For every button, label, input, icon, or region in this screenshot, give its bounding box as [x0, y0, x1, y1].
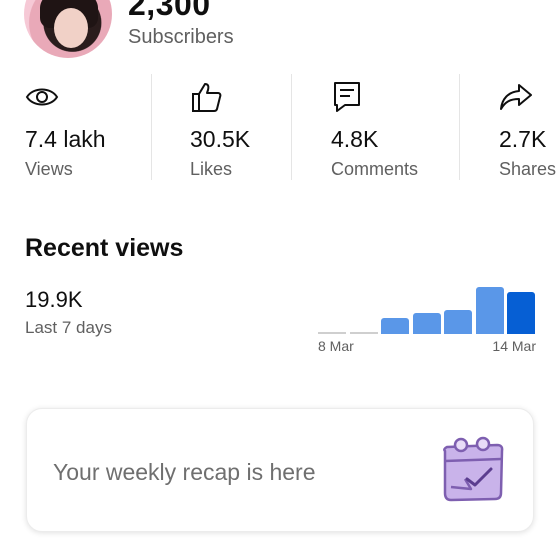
- chart-tick-label: 14 Mar: [492, 338, 536, 354]
- stat-label: Views: [25, 159, 73, 179]
- recent-views-period: Last 7 days: [25, 318, 112, 337]
- stat-value: 30.5K: [190, 126, 251, 152]
- weekly-recap-card[interactable]: Your weekly recap is here: [26, 408, 534, 532]
- chart-tick-label: 8 Mar: [318, 338, 354, 354]
- stat-value: 7.4 lakh: [25, 126, 106, 152]
- chart-bar: [444, 310, 472, 334]
- stats-row: 7.4 lakh Views 30.5K Likes 4.8K Comments…: [0, 74, 560, 182]
- stat-likes[interactable]: 30.5K Likes: [190, 74, 300, 182]
- stat-views[interactable]: 7.4 lakh Views: [25, 74, 145, 182]
- chart-bar: [507, 292, 535, 334]
- stat-value: 4.8K: [331, 126, 379, 152]
- channel-avatar[interactable]: [24, 0, 112, 58]
- calendar-check-icon: [443, 436, 504, 502]
- chart-bar: [318, 332, 346, 334]
- comment-icon: [334, 82, 360, 112]
- channel-header: 2,300 Subscribers: [0, 0, 560, 60]
- chart-bar: [381, 318, 409, 334]
- stat-divider: [459, 74, 460, 180]
- chart-bar: [475, 287, 504, 334]
- stat-label: Likes: [190, 159, 233, 179]
- thumbs-up-icon: [192, 83, 222, 112]
- stat-label: Comments: [331, 159, 419, 179]
- recent-views-chart[interactable]: 8 Mar 14 Mar: [310, 280, 540, 360]
- stat-comments[interactable]: 4.8K Comments: [331, 74, 451, 182]
- eye-icon: [25, 88, 59, 106]
- subscriber-label: Subscribers: [128, 26, 234, 48]
- subscriber-count: 2,300: [128, 0, 211, 22]
- share-icon: [500, 84, 532, 110]
- stat-label: Shares: [499, 159, 557, 179]
- stat-value: 2.7K: [499, 126, 547, 152]
- recent-views-value: 19.9K: [25, 287, 83, 312]
- recent-views-title: Recent views: [25, 234, 184, 262]
- stat-shares[interactable]: 2.7K Shares: [499, 74, 560, 182]
- stat-divider: [291, 74, 292, 180]
- weekly-recap-text: Your weekly recap is here: [53, 459, 316, 485]
- chart-bar: [412, 313, 441, 334]
- avatar-face: [54, 8, 88, 48]
- chart-bar: [349, 332, 378, 334]
- stat-divider: [151, 74, 152, 180]
